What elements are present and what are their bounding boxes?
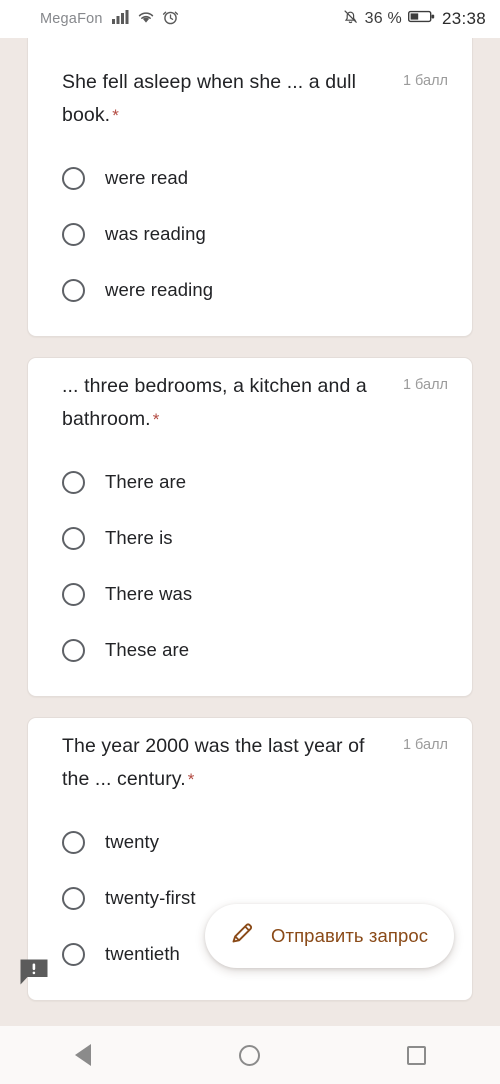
questions-scroll-area[interactable]: She fell asleep when she ... a dull book… [0, 38, 500, 1026]
question-text: She fell asleep when she ... a dull book… [62, 71, 357, 126]
alarm-clock-icon [162, 9, 179, 30]
battery-percent-label: 36 % [364, 10, 402, 27]
question-card: ... three bedrooms, a kitchen and a bath… [27, 357, 473, 697]
option-row[interactable]: These are [28, 622, 472, 678]
status-bar: MegaFon 36 % 23:38 [0, 0, 500, 38]
required-star: * [187, 770, 195, 789]
send-request-button[interactable]: Отправить запрос [205, 904, 455, 968]
option-label: There is [105, 527, 173, 548]
radio-button-icon[interactable] [62, 886, 85, 910]
bell-off-icon [342, 8, 359, 30]
question-title: The year 2000 was the last year of the .… [62, 730, 403, 796]
pencil-icon [227, 919, 256, 953]
radio-button-icon[interactable] [62, 830, 85, 854]
cellular-signal-icon [111, 9, 130, 29]
feedback-bubble-icon [19, 958, 49, 991]
battery-icon [407, 9, 435, 29]
option-row[interactable]: There was [28, 566, 472, 622]
carrier-label: MegaFon [40, 11, 103, 27]
option-label: There was [105, 583, 193, 604]
option-label: There are [105, 471, 187, 492]
nav-recents-button[interactable] [381, 1033, 453, 1077]
required-star: * [112, 106, 119, 125]
clock-label: 23:38 [441, 9, 486, 28]
option-row[interactable]: twenty [28, 814, 472, 870]
option-label: twenty [105, 831, 160, 852]
send-request-label: Отправить запрос [271, 925, 429, 946]
question-points: 1 балл [402, 737, 448, 753]
option-row[interactable]: was reading [28, 206, 472, 262]
nav-home-button[interactable] [214, 1033, 286, 1077]
question-header: The year 2000 was the last year of the .… [28, 718, 472, 796]
option-row[interactable]: were read [28, 150, 472, 206]
radio-button-icon[interactable] [62, 166, 85, 190]
status-bar-right: 36 % 23:38 [342, 8, 486, 30]
options-list: There are There is There was These are [28, 436, 472, 678]
options-list: were read was reading were reading [28, 132, 472, 318]
phone-screen: MegaFon 36 % 23:38 She fell asleep when … [0, 0, 500, 1084]
option-label: were read [105, 167, 189, 188]
radio-button-icon[interactable] [62, 470, 85, 494]
question-text: ... three bedrooms, a kitchen and a bath… [62, 375, 367, 430]
option-label: were reading [105, 279, 214, 300]
question-title: She fell asleep when she ... a dull book… [62, 66, 403, 132]
radio-button-icon[interactable] [62, 582, 85, 606]
option-row[interactable]: were reading [28, 262, 472, 318]
question-text: The year 2000 was the last year of the .… [62, 735, 365, 790]
option-label: These are [105, 639, 190, 660]
option-label: twenty-first [105, 887, 196, 908]
option-row[interactable]: There is [28, 510, 472, 566]
required-star: * [152, 410, 160, 429]
question-header: She fell asleep when she ... a dull book… [28, 54, 472, 132]
option-label: twentieth [105, 943, 180, 964]
status-bar-left: MegaFon [40, 9, 179, 30]
radio-button-icon[interactable] [62, 222, 85, 246]
wifi-icon [137, 9, 155, 29]
question-points: 1 балл [402, 377, 448, 393]
nav-back-button[interactable] [47, 1033, 119, 1077]
recents-square-icon [407, 1045, 427, 1065]
home-circle-icon [239, 1044, 261, 1066]
radio-button-icon[interactable] [62, 526, 85, 550]
question-title: ... three bedrooms, a kitchen and a bath… [62, 370, 403, 436]
option-row[interactable]: There are [28, 454, 472, 510]
question-card: She fell asleep when she ... a dull book… [27, 38, 473, 337]
option-label: was reading [105, 223, 206, 244]
back-triangle-icon [75, 1044, 92, 1066]
radio-button-icon[interactable] [62, 638, 85, 662]
question-header: ... three bedrooms, a kitchen and a bath… [28, 358, 472, 436]
radio-button-icon[interactable] [62, 278, 85, 302]
android-navigation-bar [0, 1026, 500, 1084]
radio-button-icon[interactable] [62, 942, 85, 966]
question-points: 1 балл [402, 73, 448, 89]
feedback-tab-button[interactable] [18, 959, 50, 989]
